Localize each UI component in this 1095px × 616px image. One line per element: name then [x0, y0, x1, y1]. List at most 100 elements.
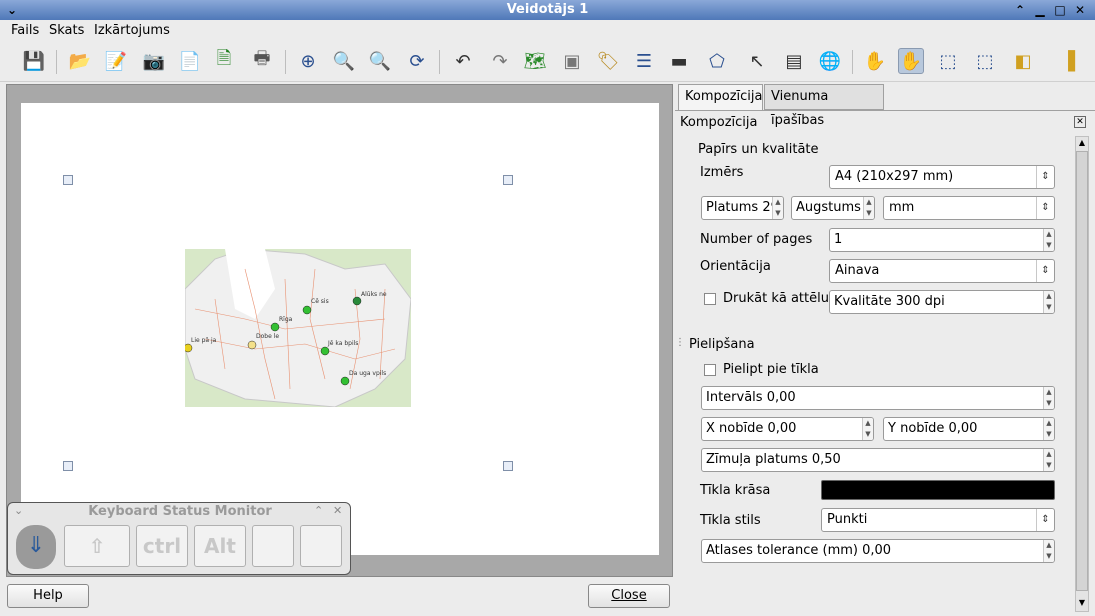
export-pdf-icon[interactable]: 📄	[177, 48, 203, 74]
ungroup-icon[interactable]: ⬚	[972, 48, 998, 74]
align-items-icon[interactable]: ▐	[1055, 48, 1081, 74]
add-label-icon[interactable]: 🏷	[595, 48, 621, 74]
add-table-icon[interactable]: ▤	[781, 48, 807, 74]
add-shape-icon[interactable]: ⬠	[704, 48, 730, 74]
add-legend-icon[interactable]: ☰	[631, 48, 657, 74]
interval-value: Intervāls 0,00	[706, 390, 796, 405]
tolerance-spinbox[interactable]: Atlases tolerance (mm) 0,00 ▲ ▼	[701, 539, 1055, 563]
close-panel-icon[interactable]: ✕	[1074, 116, 1086, 128]
spin-arrows-icon[interactable]: ▲ ▼	[1043, 291, 1054, 313]
latvia-map: Cē sis Alūks ne Rīga Lie pā ja Dobe le J…	[185, 249, 411, 407]
tab-item-properties[interactable]: Vienuma īpašības	[764, 84, 884, 128]
print-icon[interactable]: 🖶	[249, 48, 275, 74]
tab-composition[interactable]: Kompozīcija	[678, 84, 763, 110]
export-image-icon[interactable]: 📷	[141, 48, 167, 74]
raise-items-icon[interactable]: ◧	[1010, 48, 1036, 74]
size-select[interactable]: A4 (210x297 mm) ⇕	[829, 165, 1055, 189]
move-content-icon[interactable]: ✋	[898, 48, 924, 74]
kbd-close-icon[interactable]: ✕	[333, 504, 342, 517]
menu-izkartojums[interactable]: Izkārtojums	[94, 23, 170, 38]
open-template-icon[interactable]: 📂	[67, 48, 93, 74]
grid-style-select[interactable]: Punkti ⇕	[821, 508, 1055, 532]
selection-handle[interactable]	[503, 461, 513, 471]
refresh-icon[interactable]: ⟳	[404, 48, 430, 74]
unit-select[interactable]: mm ⇕	[883, 196, 1055, 220]
scroll-thumb[interactable]	[1076, 151, 1088, 591]
menu-fails[interactable]: Fails	[11, 23, 39, 38]
spin-arrows-icon[interactable]: ▲ ▼	[1043, 418, 1054, 440]
panel-scrollbar[interactable]: ▲ ▼	[1075, 136, 1089, 612]
chevron-updown-icon: ⇕	[1036, 509, 1054, 531]
height-spinbox[interactable]: Augstums 2 ▲ ▼	[791, 196, 875, 220]
quality-spinbox[interactable]: Kvalitāte 300 dpi ▲ ▼	[829, 290, 1055, 314]
group-icon[interactable]: ⬚	[935, 48, 961, 74]
city-marker	[270, 322, 280, 332]
pen-width-spinbox[interactable]: Zīmuļa platums 0,50 ▲ ▼	[701, 448, 1055, 472]
grid-color-button[interactable]	[821, 480, 1055, 500]
mouse-icon: ⇓	[16, 525, 56, 569]
save-icon[interactable]: 💾	[21, 48, 47, 74]
y-offset-spinbox[interactable]: Y nobīde 0,00 ▲ ▼	[883, 417, 1055, 441]
spin-arrows-icon[interactable]: ▲ ▼	[1043, 540, 1054, 562]
select-move-icon[interactable]: ✋	[862, 48, 888, 74]
pages-spinbox[interactable]: 1 ▲ ▼	[829, 228, 1055, 252]
y-offset-value: Y nobīde 0,00	[888, 421, 978, 436]
redo-icon[interactable]: ↷	[487, 48, 513, 74]
map-item[interactable]: Cē sis Alūks ne Rīga Lie pā ja Dobe le J…	[185, 249, 411, 407]
snap-to-grid-checkbox[interactable]	[704, 364, 716, 376]
shade-icon[interactable]: ⌃	[1012, 2, 1028, 18]
zoom-in-icon[interactable]: 🔍	[331, 48, 357, 74]
size-label: Izmērs	[700, 165, 744, 180]
spin-arrows-icon[interactable]: ▲ ▼	[863, 197, 874, 219]
expand-icon[interactable]: ⋮	[675, 337, 685, 348]
city-label: Cē sis	[311, 298, 329, 305]
selection-handle[interactable]	[63, 175, 73, 185]
interval-spinbox[interactable]: Intervāls 0,00 ▲ ▼	[701, 386, 1055, 410]
scroll-down-icon[interactable]: ▼	[1076, 597, 1088, 609]
paper-page[interactable]: Cē sis Alūks ne Rīga Lie pā ja Dobe le J…	[21, 103, 659, 555]
snap-to-grid-label: Pielipt pie tīkla	[723, 362, 819, 377]
window-title: Veidotājs 1	[506, 2, 589, 17]
spin-arrows-icon[interactable]: ▲ ▼	[1043, 387, 1054, 409]
spin-arrows-icon[interactable]: ▲ ▼	[1043, 229, 1054, 251]
add-html-icon[interactable]: 🌐	[817, 48, 843, 74]
tolerance-value: Atlases tolerance (mm) 0,00	[706, 543, 892, 558]
width-spinbox[interactable]: Platums 29 ▲ ▼	[701, 196, 784, 220]
undo-icon[interactable]: ↶	[450, 48, 476, 74]
zoom-full-icon[interactable]: ⊕	[295, 48, 321, 74]
export-svg-icon[interactable]: 🗎	[211, 48, 237, 74]
menu-bar: Fails Skats Izkārtojums	[0, 20, 1095, 42]
selection-handle[interactable]	[503, 175, 513, 185]
kbd-shade-icon[interactable]: ⌃	[314, 504, 323, 517]
print-as-raster-checkbox[interactable]	[704, 293, 716, 305]
spin-arrows-icon[interactable]: ▲ ▼	[1043, 449, 1054, 471]
toolbar: 💾 📂 📝 📷 📄 🗎 🖶 ⊕ 🔍 🔍 ⟳ ↶ ↷ 🗺 ▣ 🏷 ☰ ▬ ⬠ ↖ …	[0, 42, 1095, 82]
scroll-up-icon[interactable]: ▲	[1076, 137, 1088, 149]
minimize-icon[interactable]: ▁	[1032, 2, 1048, 18]
close-window-icon[interactable]: ✕	[1072, 2, 1088, 18]
spin-arrows-icon[interactable]: ▲ ▼	[862, 418, 873, 440]
selection-handle[interactable]	[63, 461, 73, 471]
grid-style-value: Punkti	[827, 512, 868, 527]
city-label: Da uga vpils	[349, 370, 386, 377]
close-button[interactable]: Close	[588, 584, 670, 608]
pages-value: 1	[834, 232, 843, 247]
help-button[interactable]: Help	[7, 584, 89, 608]
orientation-select[interactable]: Ainava ⇕	[829, 259, 1055, 283]
window-menu-icon[interactable]: ⌄	[4, 2, 20, 18]
add-scalebar-icon[interactable]: ▬	[666, 48, 692, 74]
x-offset-spinbox[interactable]: X nobīde 0,00 ▲ ▼	[701, 417, 874, 441]
height-value: Augstums 2	[796, 200, 874, 215]
zoom-out-icon[interactable]: 🔍	[367, 48, 393, 74]
city-marker	[302, 305, 312, 315]
add-map-icon[interactable]: 🗺	[522, 48, 548, 74]
save-template-icon[interactable]: 📝	[103, 48, 129, 74]
spin-arrows-icon[interactable]: ▲ ▼	[772, 197, 783, 219]
menu-skats[interactable]: Skats	[49, 23, 84, 38]
add-arrow-icon[interactable]: ↖	[744, 48, 770, 74]
properties-panel: Kompozīcija Vienuma īpašības Kompozīcija…	[675, 84, 1095, 616]
keyboard-status-monitor: ⌄ Keyboard Status Monitor ⌃ ✕ ⇓ ⇧ ctrl A…	[7, 502, 351, 575]
add-image-icon[interactable]: ▣	[559, 48, 585, 74]
orientation-label: Orientācija	[700, 259, 771, 274]
maximize-icon[interactable]: □	[1052, 2, 1068, 18]
